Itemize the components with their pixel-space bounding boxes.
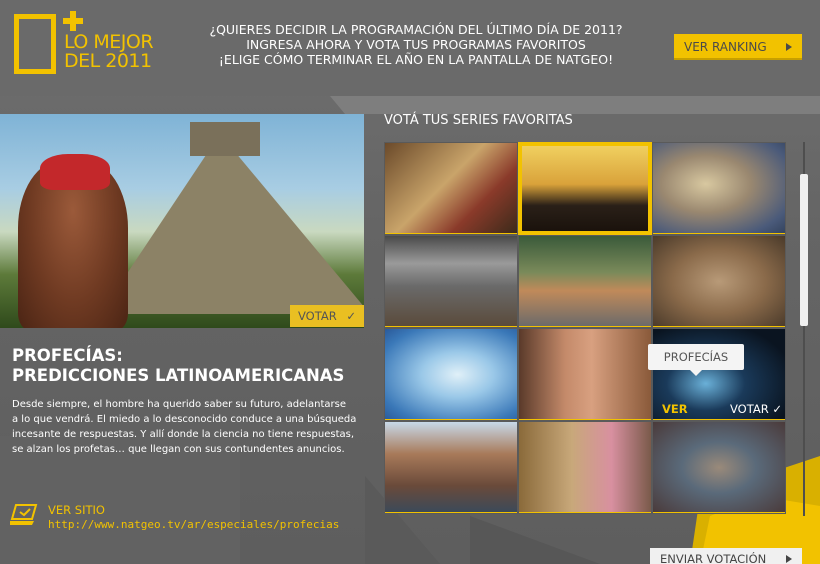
tile-underline — [653, 233, 785, 234]
tile-creature[interactable] — [652, 235, 786, 328]
tile-catfish[interactable] — [518, 235, 652, 328]
scroll-thumb[interactable] — [800, 174, 808, 326]
tile-underline — [653, 419, 785, 420]
tile-underline — [385, 512, 517, 513]
tile-loris[interactable] — [652, 142, 786, 235]
desc-line: a lo que vendrá. El miedo a lo desconoci… — [12, 414, 357, 425]
pyramid-temple — [190, 122, 260, 156]
page: LO MEJOR DEL 2011 ¿QUIERES DECIDIR LA PR… — [0, 0, 820, 564]
ver-sitio-label: VER SITIO — [48, 503, 105, 517]
tile-votar-button[interactable]: VOTAR ✓ — [730, 402, 782, 416]
enviar-votacion-button[interactable]: ENVIAR VOTACIÓN — [650, 548, 802, 564]
tile-silhouette-handcuffs[interactable] — [518, 142, 652, 235]
tile-car-crash[interactable] — [384, 235, 518, 328]
tile-cowboys[interactable] — [384, 421, 518, 514]
tile-hoarders[interactable] — [652, 421, 786, 514]
promo-text: ¿QUIERES DECIDIR LA PROGRAMACIÓN DEL ÚLT… — [196, 22, 636, 67]
tile-underline — [653, 326, 785, 327]
grid-scrollbar[interactable] — [800, 142, 808, 516]
site-url-link[interactable]: http://www.natgeo.tv/ar/especiales/profe… — [48, 518, 339, 531]
votar-button[interactable]: VOTAR ✓ — [290, 305, 364, 327]
feature-title-line1: PROFECÍAS: — [12, 346, 123, 365]
desc-line: Desde siempre, el hombre ha querido sabe… — [12, 399, 346, 410]
feature-title: PROFECÍAS: PREDICCIONES LATINOAMERICANAS — [12, 346, 352, 386]
tile-underline — [385, 233, 517, 234]
tile-altar[interactable] — [384, 142, 518, 235]
ver-ranking-label: VER RANKING — [684, 40, 767, 54]
plus-icon — [63, 11, 83, 31]
grid-title: VOTÁ TUS SERIES FAVORITAS — [384, 113, 573, 128]
promo-line2: INGRESA AHORA Y VOTA TUS PROGRAMAS FAVOR… — [246, 37, 586, 52]
tile-market-women[interactable] — [518, 421, 652, 514]
profecias-tooltip: PROFECÍAS — [648, 344, 744, 376]
feature-title-line2: PREDICCIONES LATINOAMERICANAS — [12, 366, 345, 385]
tile-underline — [519, 419, 651, 420]
series-grid — [384, 142, 786, 516]
arrow-right-icon — [786, 43, 792, 51]
tile-brain-glass[interactable] — [384, 328, 518, 421]
tile-underline — [385, 419, 517, 420]
votar-label: VOTAR — [298, 309, 337, 323]
tile-underline — [519, 326, 651, 327]
header: LO MEJOR DEL 2011 ¿QUIERES DECIDIR LA PR… — [0, 0, 820, 96]
tile-underline — [385, 326, 517, 327]
tile-underline — [519, 512, 651, 513]
check-icon: ✓ — [346, 309, 356, 323]
enviar-votacion-label: ENVIAR VOTACIÓN — [660, 552, 767, 564]
desc-line: incesante de respuestas. Y allí donde la… — [12, 429, 355, 440]
red-headscarf — [40, 154, 110, 190]
promo-line1: ¿QUIERES DECIDIR LA PROGRAMACIÓN DEL ÚLT… — [209, 22, 623, 37]
arrow-right-icon — [786, 555, 792, 563]
natgeo-logo-box — [14, 14, 56, 74]
logo-text: LO MEJOR DEL 2011 — [64, 33, 154, 72]
tile-ver-link[interactable]: VER — [662, 402, 688, 416]
feature-description: Desde siempre, el hombre ha querido sabe… — [12, 397, 364, 457]
logo-line2: DEL 2011 — [64, 50, 152, 72]
promo-line3: ¡ELIGE CÓMO TERMINAR EL AÑO EN LA PANTAL… — [218, 52, 614, 67]
feature-image-profecias — [0, 114, 364, 328]
tile-underline — [653, 512, 785, 513]
pyramid-shape — [100, 134, 364, 314]
tile-torso[interactable] — [518, 328, 652, 421]
desc-line: se alzan los profetas… que llegan con su… — [12, 444, 345, 455]
ver-ranking-button[interactable]: VER RANKING — [674, 34, 802, 60]
laptop-icon — [10, 504, 38, 525]
